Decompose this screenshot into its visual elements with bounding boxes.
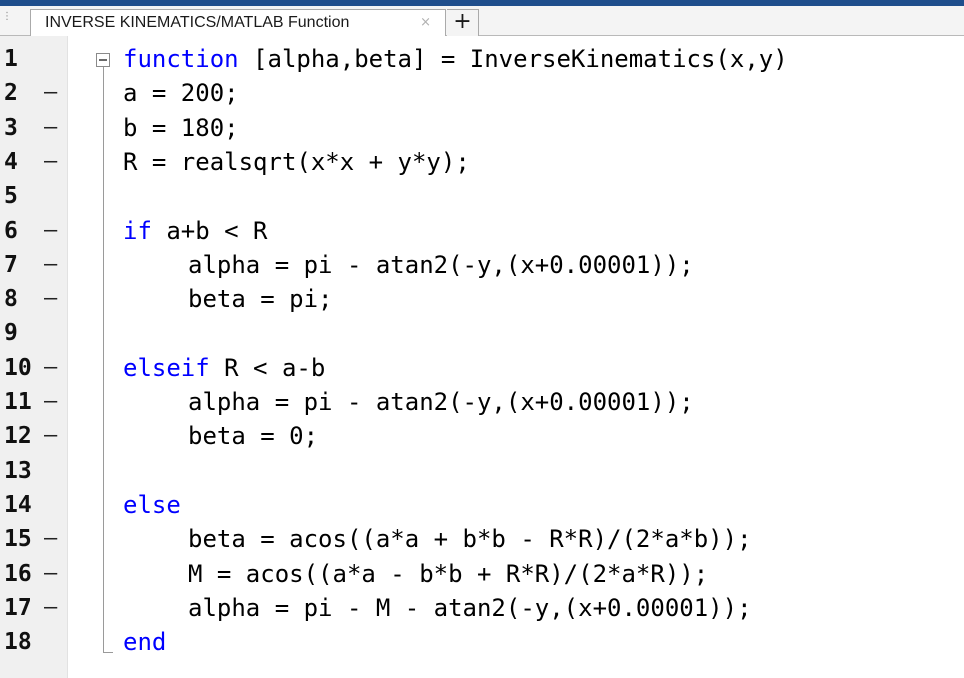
breakpoint-marker[interactable]: – (44, 385, 57, 419)
line-number: 12 (4, 423, 32, 450)
line-number: 5 (4, 183, 18, 210)
breakpoint-marker[interactable]: – (44, 282, 57, 316)
line-number: 9 (4, 320, 18, 347)
matlab-editor-window: ⋮ INVERSE KINEMATICS/MATLAB Function × +… (0, 0, 964, 678)
code-text[interactable]: M = acos((a*a - b*b + R*R)/(2*a*R)); (188, 557, 708, 591)
line-number: 6 (4, 217, 18, 244)
breakpoint-marker[interactable]: – (44, 522, 57, 556)
code-line[interactable]: 5 (0, 179, 964, 213)
breakpoint-marker[interactable]: – (44, 591, 57, 625)
breakpoint-marker[interactable]: – (44, 248, 57, 282)
code-text[interactable]: b = 180; (123, 111, 239, 145)
code-content: a+b < R (151, 216, 268, 245)
tab-bar: ⋮ INVERSE KINEMATICS/MATLAB Function × + (0, 6, 964, 36)
code-content: alpha = pi - atan2(-y,(x+0.00001)); (188, 250, 694, 279)
code-line[interactable]: 13 (0, 454, 964, 488)
code-text[interactable]: alpha = pi - atan2(-y,(x+0.00001)); (188, 385, 694, 419)
code-text[interactable]: a = 200; (123, 76, 239, 110)
breakpoint-marker[interactable]: – (44, 351, 57, 385)
tab-label: INVERSE KINEMATICS/MATLAB Function (45, 14, 350, 31)
line-number: 17 (4, 594, 32, 621)
line-number: 1 (4, 46, 18, 72)
code-line[interactable]: 2– a = 200; (0, 76, 964, 110)
code-content: beta = acos((a*a + b*b - R*R)/(2*a*b)); (188, 525, 752, 554)
line-number: 2 (4, 80, 18, 107)
line-number: 8 (4, 286, 18, 313)
code-text[interactable]: R = realsqrt(x*x + y*y); (123, 145, 470, 179)
breakpoint-marker[interactable]: – (44, 111, 57, 145)
code-line[interactable]: 15– beta = acos((a*a + b*b - R*R)/(2*a*b)… (0, 522, 964, 556)
code-content: a = 200; (123, 79, 239, 108)
breakpoint-marker[interactable]: – (44, 145, 57, 179)
keyword: end (123, 628, 167, 657)
code-text[interactable]: alpha = pi - atan2(-y,(x+0.00001)); (188, 248, 694, 282)
code-line[interactable]: 7– alpha = pi - atan2(-y,(x+0.00001)); (0, 248, 964, 282)
keyword: if (123, 216, 152, 245)
code-content: [alpha,beta] = InverseKinematics(x,y) (238, 45, 788, 73)
breakpoint-marker[interactable]: – (44, 419, 57, 453)
code-content: beta = pi; (188, 285, 333, 314)
line-number: 16 (4, 560, 32, 587)
code-line[interactable]: 17– alpha = pi - M - atan2(-y,(x+0.00001)… (0, 591, 964, 625)
code-text[interactable]: alpha = pi - M - atan2(-y,(x+0.00001)); (188, 591, 752, 625)
code-line[interactable]: 16– M = acos((a*a - b*b + R*R)/(2*a*R)); (0, 557, 964, 591)
code-content: alpha = pi - M - atan2(-y,(x+0.00001)); (188, 593, 752, 622)
line-number: 13 (4, 457, 32, 484)
breakpoint-marker[interactable]: – (44, 214, 57, 248)
code-content: M = acos((a*a - b*b + R*R)/(2*a*R)); (188, 559, 709, 588)
grip-icon[interactable]: ⋮ (2, 12, 12, 30)
code-text[interactable]: function [alpha,beta] = InverseKinematic… (123, 42, 788, 76)
code-line[interactable]: 8– beta = pi; (0, 282, 964, 316)
tab-inverse-kinematics[interactable]: INVERSE KINEMATICS/MATLAB Function × (30, 9, 446, 36)
code-content: R = realsqrt(x*x + y*y); (123, 147, 470, 176)
code-line[interactable]: 1 function [alpha,beta] = InverseKinemati… (0, 42, 964, 76)
code-line[interactable]: 9 (0, 316, 964, 350)
code-text[interactable]: if a+b < R (123, 214, 268, 248)
code-text[interactable]: beta = pi; (188, 282, 333, 316)
code-line[interactable]: 3– b = 180; (0, 111, 964, 145)
code-text[interactable]: elseif R < a-b (123, 351, 325, 385)
line-number: 7 (4, 251, 18, 278)
code-text[interactable]: beta = 0; (188, 419, 318, 453)
keyword: else (123, 490, 181, 519)
line-number: 4 (4, 148, 18, 175)
code-line[interactable]: 11– alpha = pi - atan2(-y,(x+0.00001)); (0, 385, 964, 419)
line-number: 15 (4, 526, 32, 553)
line-number: 10 (4, 354, 32, 381)
code-line[interactable]: 10– elseif R < a-b (0, 351, 964, 385)
code-line[interactable]: 6– if a+b < R (0, 214, 964, 248)
close-icon[interactable]: × (420, 15, 431, 30)
line-number: 3 (4, 114, 18, 141)
line-number: 14 (4, 491, 32, 518)
code-text[interactable]: else (123, 488, 181, 522)
breakpoint-marker[interactable]: – (44, 76, 57, 110)
code-line[interactable]: 18 end (0, 625, 964, 659)
code-text[interactable]: beta = acos((a*a + b*b - R*R)/(2*a*b)); (188, 522, 752, 556)
code-editor[interactable]: 1 function [alpha,beta] = InverseKinemati… (0, 36, 964, 678)
code-content: beta = 0; (188, 422, 319, 451)
code-line[interactable]: 14 else (0, 488, 964, 522)
code-content: b = 180; (123, 113, 239, 142)
code-line[interactable]: 4– R = realsqrt(x*x + y*y); (0, 145, 964, 179)
keyword: elseif (123, 353, 210, 382)
code-text[interactable]: end (123, 625, 166, 659)
breakpoint-marker[interactable]: – (44, 557, 57, 591)
code-content: alpha = pi - atan2(-y,(x+0.00001)); (188, 388, 694, 416)
plus-icon[interactable]: + (447, 9, 479, 36)
line-number: 11 (4, 389, 32, 415)
keyword: function (123, 45, 239, 73)
code-line[interactable]: 12– beta = 0; (0, 419, 964, 453)
code-content: R < a-b (209, 353, 326, 382)
line-number: 18 (4, 629, 32, 656)
